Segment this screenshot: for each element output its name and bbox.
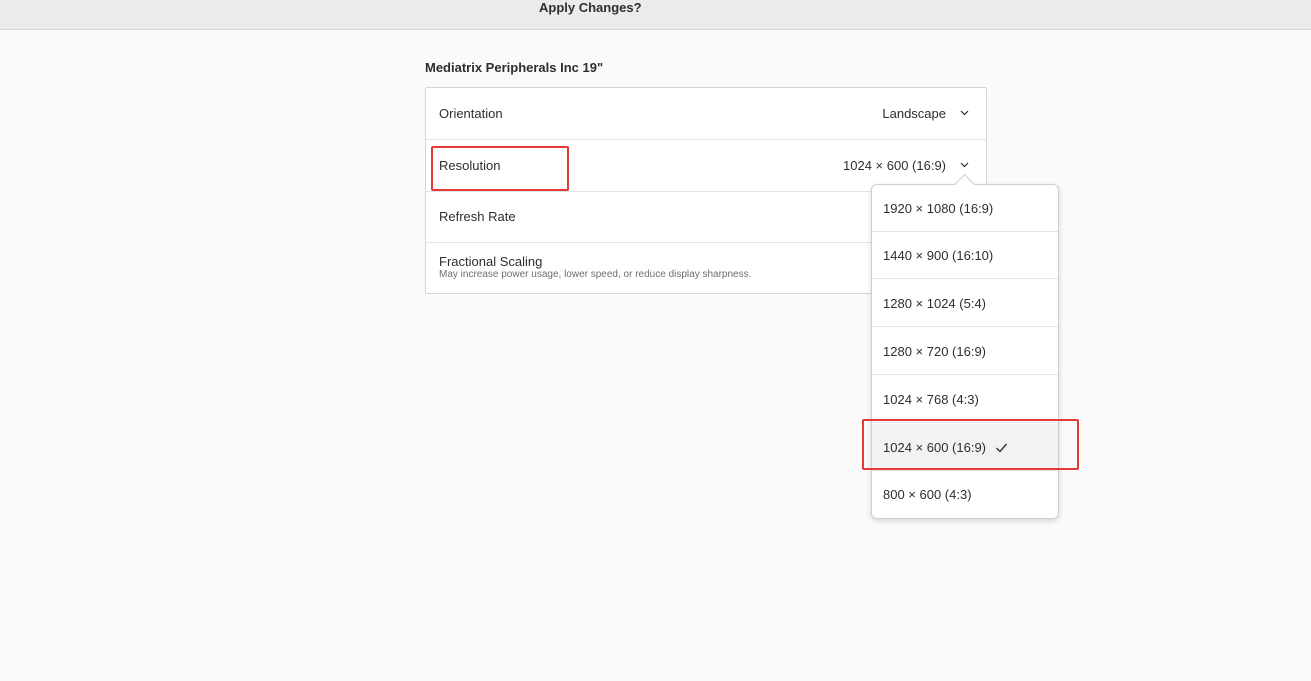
fractional-scaling-label: Fractional Scaling (439, 254, 543, 269)
resolution-option[interactable]: 1440 × 900 (16:10) (872, 232, 1058, 279)
orientation-value[interactable]: Landscape (882, 106, 946, 121)
resolution-option[interactable]: 1024 × 768 (4:3) (872, 376, 1058, 423)
checkmark-icon (996, 443, 1008, 453)
display-name: Mediatrix Peripherals Inc 19" (425, 60, 604, 75)
chevron-down-icon[interactable] (959, 107, 970, 118)
header-title: Apply Changes? (539, 0, 642, 15)
resolution-option[interactable]: 1280 × 720 (16:9) (872, 328, 1058, 375)
chevron-down-icon[interactable] (959, 159, 970, 170)
refresh-rate-label: Refresh Rate (439, 209, 516, 224)
resolution-label: Resolution (439, 158, 501, 173)
orientation-row[interactable]: Orientation Landscape (426, 88, 986, 140)
resolution-option-label: 1024 × 768 (4:3) (883, 392, 979, 407)
orientation-label: Orientation (439, 106, 503, 121)
resolution-option-selected[interactable]: 1024 × 600 (16:9) (872, 424, 1058, 471)
resolution-dropdown-menu: 1920 × 1080 (16:9) 1440 × 900 (16:10) 12… (871, 184, 1059, 519)
resolution-option-label: 1024 × 600 (16:9) (883, 440, 986, 455)
resolution-option-label: 800 × 600 (4:3) (883, 487, 972, 502)
resolution-option[interactable]: 1280 × 1024 (5:4) (872, 280, 1058, 327)
resolution-option[interactable]: 800 × 600 (4:3) (872, 471, 1058, 518)
header-bar: Apply Changes? (0, 0, 1311, 30)
resolution-option-label: 1280 × 720 (16:9) (883, 344, 986, 359)
resolution-option-label: 1280 × 1024 (5:4) (883, 296, 986, 311)
resolution-option-label: 1920 × 1080 (16:9) (883, 201, 994, 216)
resolution-value[interactable]: 1024 × 600 (16:9) (843, 158, 946, 173)
fractional-scaling-description: May increase power usage, lower speed, o… (439, 269, 752, 280)
resolution-option-label: 1440 × 900 (16:10) (883, 248, 994, 263)
